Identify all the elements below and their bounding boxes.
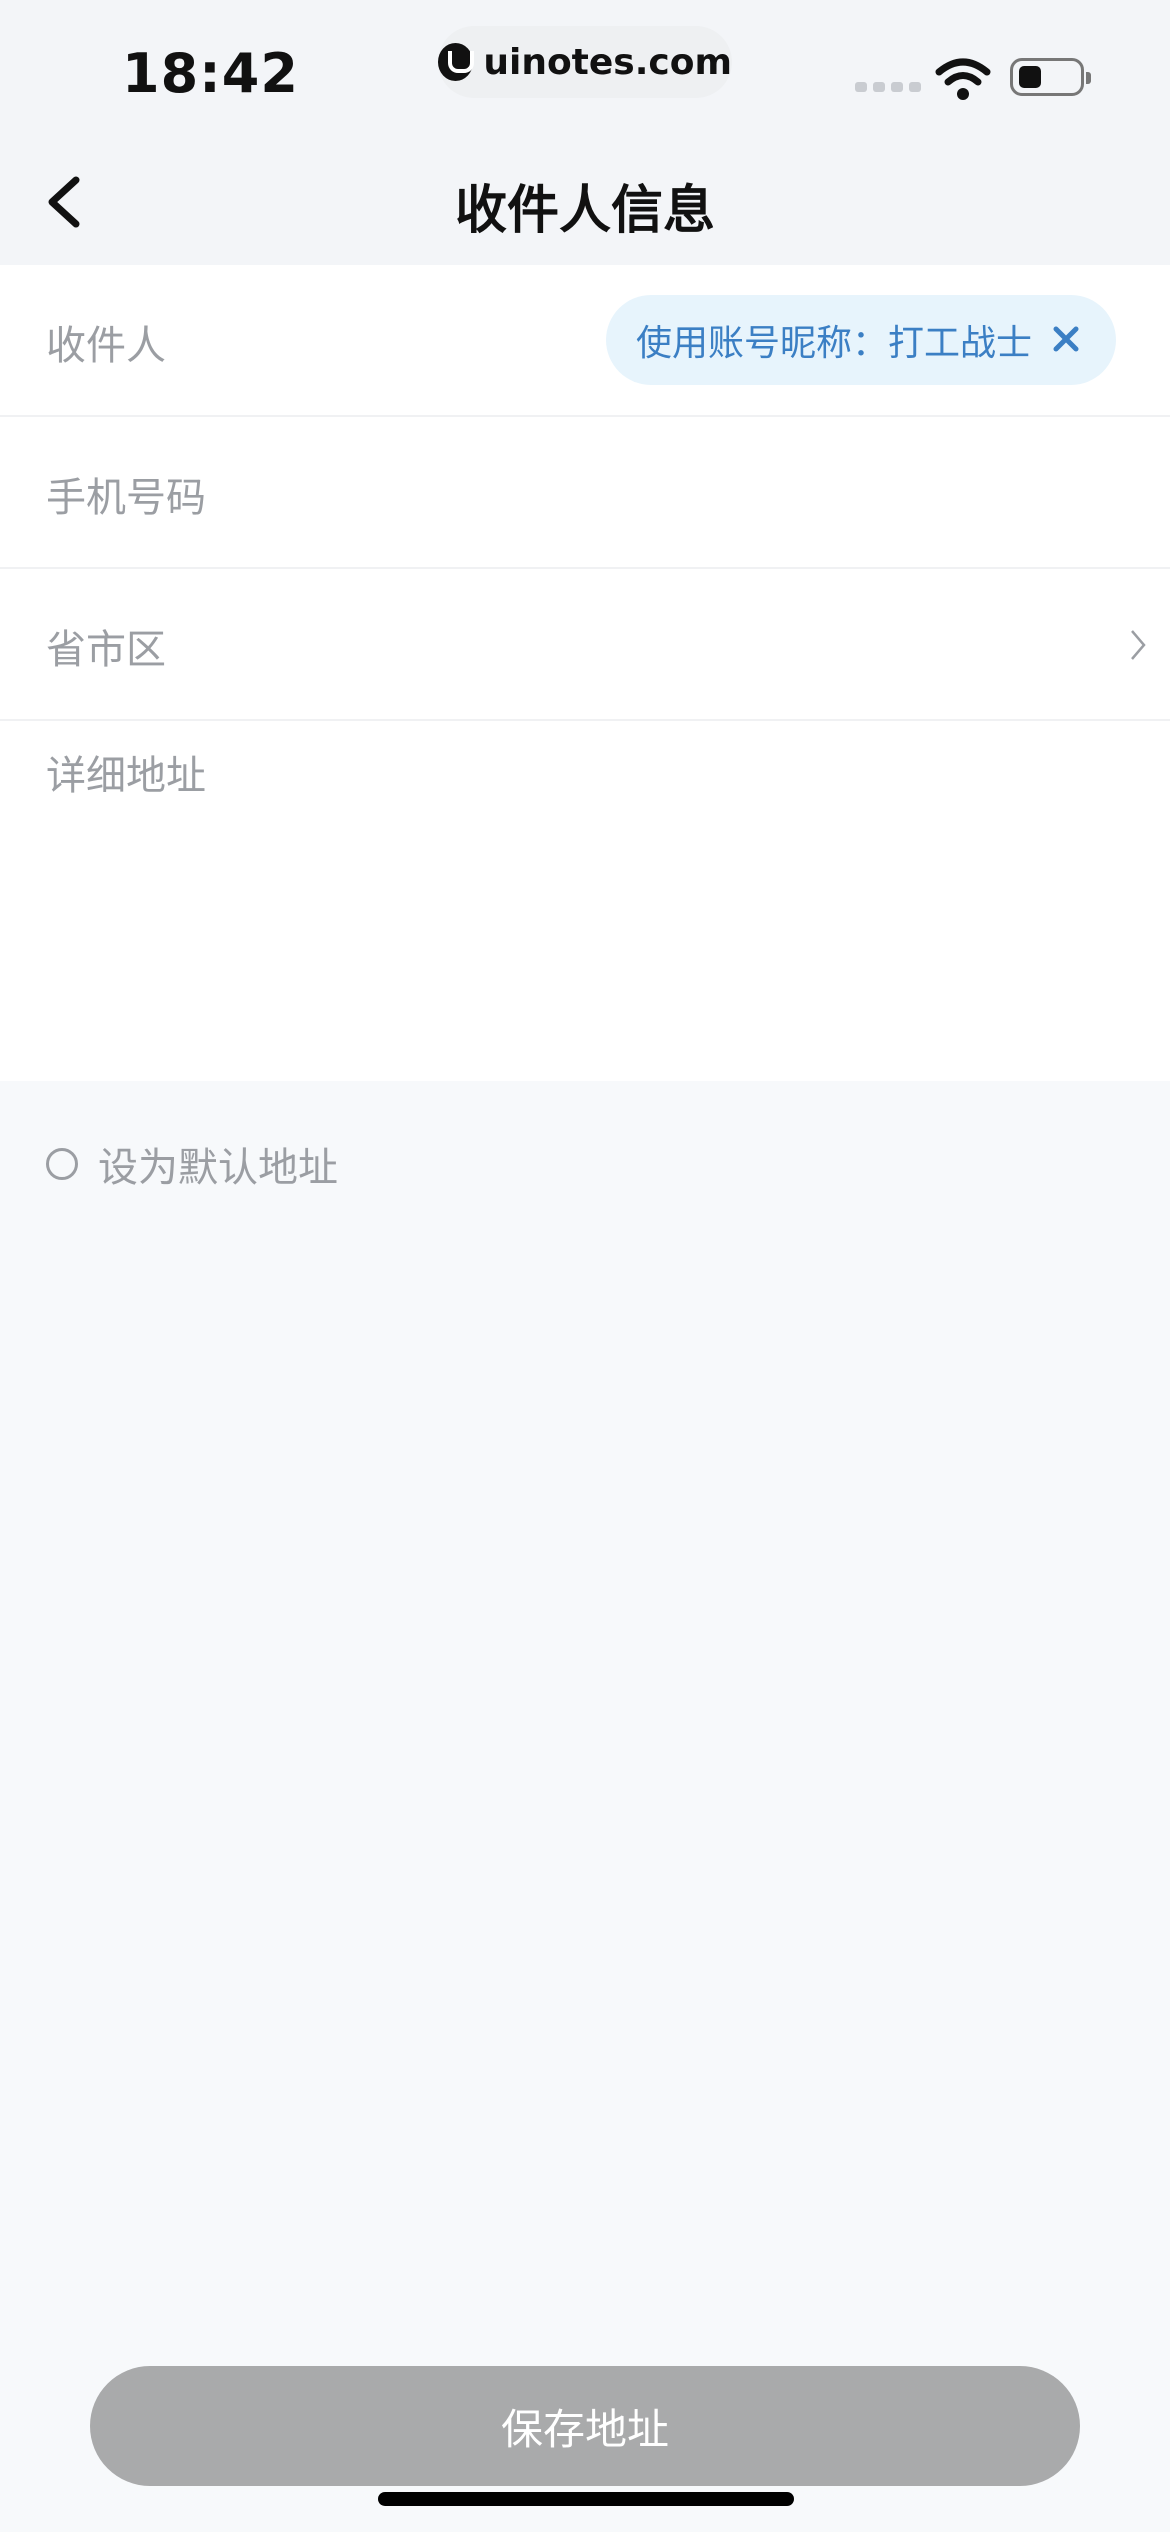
address-textarea[interactable]: 详细地址 (46, 743, 206, 801)
default-address-option[interactable]: 设为默认地址 (46, 1135, 338, 1193)
recipient-row[interactable]: 收件人 使用账号昵称：打工战士 (0, 265, 1170, 417)
close-icon[interactable] (1044, 317, 1088, 361)
wifi-icon (935, 58, 991, 100)
chevron-right-icon (1131, 630, 1146, 660)
status-bar: 18:42 uinotes.com (0, 0, 1170, 140)
save-address-button[interactable]: 保存地址 (90, 2366, 1080, 2486)
site-name: uinotes.com (483, 41, 732, 83)
radio-icon[interactable] (46, 1148, 78, 1180)
home-indicator (378, 2492, 794, 2506)
default-address-label: 设为默认地址 (98, 1145, 338, 1191)
region-row[interactable]: 省市区 (0, 569, 1170, 721)
battery-icon (1010, 58, 1091, 96)
nickname-suggestion-chip[interactable]: 使用账号昵称：打工战士 (606, 295, 1116, 385)
recipient-input[interactable]: 收件人 (46, 313, 166, 371)
site-pill: uinotes.com (438, 26, 732, 98)
status-time: 18:42 (122, 42, 299, 105)
cellular-signal-icon (855, 82, 921, 92)
recipient-form: 收件人 使用账号昵称：打工战士 手机号码 省市区 详细地址 (0, 265, 1170, 1081)
nav-header: 收件人信息 (0, 140, 1170, 265)
page-title: 收件人信息 (454, 181, 715, 241)
phone-row[interactable]: 手机号码 (0, 417, 1170, 569)
region-selector[interactable]: 省市区 (46, 617, 166, 675)
nickname-suggestion-text[interactable]: 使用账号昵称：打工战士 (636, 314, 1032, 366)
site-logo-icon (438, 43, 475, 81)
phone-input[interactable]: 手机号码 (46, 465, 206, 523)
